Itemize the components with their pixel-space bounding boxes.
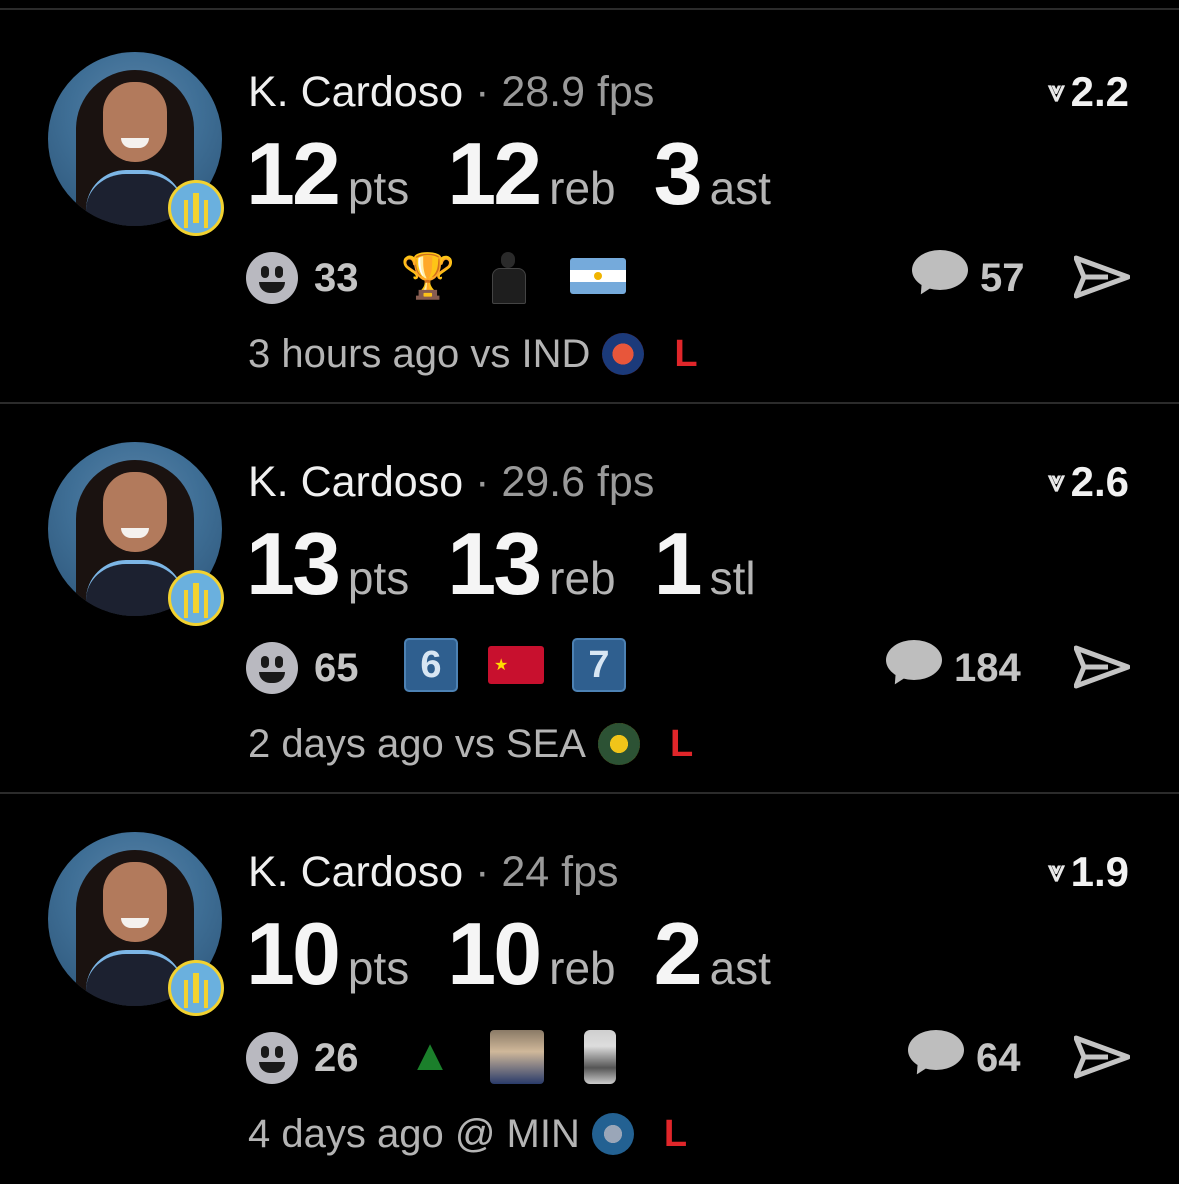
game-info: 2 days ago vs SEA L [248,720,693,768]
indiana-fever-logo [602,333,645,375]
person-photo-icon [584,1030,616,1084]
player-name[interactable]: K. Cardoso [248,68,463,116]
seattle-storm-logo [597,723,640,765]
stat-value: 1 [653,514,703,613]
speech-bubble-icon[interactable] [912,250,968,299]
team-badge-icon [168,570,224,626]
result-badge: L [663,1113,688,1155]
game-time-opponent: 2 days ago vs SEA [248,722,586,766]
triangle-down-icon: ⩔ [1047,855,1065,888]
result-badge: L [674,333,698,375]
stat-value: 10 [246,904,341,1003]
team-badge-icon [168,960,224,1016]
game-time-opponent: 4 days ago @ MIN [248,1112,580,1156]
smiley-icon[interactable] [246,642,298,694]
stat-value: 10 [447,904,542,1003]
triangle-down-icon: ⩔ [1047,465,1065,498]
reactions-row: 26 ▲ 64 [246,1026,1136,1084]
trophy-icon: 🏆 [400,252,456,301]
smiley-icon[interactable] [246,252,298,304]
stat-value: 12 [447,124,542,223]
fantasy-points: 29.6 fps [501,458,655,506]
argentina-flag-icon [570,258,626,294]
stat-unit: pts [347,552,410,604]
keycap-6-icon: 6 [404,638,458,692]
game-card[interactable]: K. Cardoso · 28.9 fps ⩔ 2.2 12 pts 12 reb … [0,14,1179,404]
china-flag-icon: ★ [488,646,544,684]
fantasy-points: 28.9 fps [501,68,655,116]
evergreen-tree-icon: ▲ [408,1031,452,1080]
stat-line: 10 pts 10 reb 2 ast [246,906,809,1002]
player-name[interactable]: K. Cardoso [248,458,463,506]
stat-unit: reb [549,162,616,214]
rating: ⩔ 1.9 [1048,846,1129,898]
stat-value: 13 [447,514,542,613]
reaction-count: 26 [314,1036,359,1080]
top-divider [0,8,1179,10]
send-icon[interactable] [1073,644,1131,690]
player-name[interactable]: K. Cardoso [248,848,463,896]
stat-line: 13 pts 13 reb 1 stl [246,516,794,612]
speech-bubble-icon[interactable] [908,1030,964,1079]
stat-unit: pts [347,162,410,214]
stat-unit: reb [549,552,616,604]
rating-value: 1.9 [1070,848,1129,895]
result-badge: L [669,723,694,765]
stat-unit: stl [709,552,756,604]
player-header: K. Cardoso · 24 fps [248,846,618,898]
reactions-row: 65 6 ★ 7 184 [246,636,1136,694]
brooklyn-player-icon [488,250,528,304]
comment-count: 64 [976,1036,1021,1080]
stat-value: 12 [246,124,341,223]
comment-count: 57 [980,256,1025,300]
stat-value: 2 [653,904,703,1003]
reaction-count: 65 [314,646,359,690]
game-info: 3 hours ago vs IND L [248,330,698,378]
game-card[interactable]: K. Cardoso · 24 fps ⩔ 1.9 10 pts 10 reb 2a… [0,794,1179,1184]
speech-bubble-icon[interactable] [886,640,942,689]
send-icon[interactable] [1073,1034,1131,1080]
keycap-7-icon: 7 [572,638,626,692]
player-photo-icon [490,1030,544,1084]
team-badge-icon [168,180,224,236]
rating: ⩔ 2.6 [1048,456,1129,508]
stat-unit: ast [709,942,771,994]
fantasy-points: 24 fps [501,848,619,896]
stat-value: 13 [246,514,341,613]
stat-unit: pts [347,942,410,994]
game-card[interactable]: K. Cardoso · 29.6 fps ⩔ 2.6 13 pts 13 reb … [0,404,1179,794]
separator: · [475,68,490,116]
separator: · [475,848,490,896]
game-time-opponent: 3 hours ago vs IND [248,332,591,376]
triangle-down-icon: ⩔ [1047,75,1065,108]
stat-unit: reb [549,942,616,994]
rating-value: 2.2 [1070,68,1129,115]
comment-count: 184 [954,646,1021,690]
stat-value: 3 [653,124,703,223]
reactions-row: 33 🏆 57 [246,246,1136,304]
rating-value: 2.6 [1070,458,1129,505]
send-icon[interactable] [1073,254,1131,300]
game-info: 4 days ago @ MIN L [248,1110,687,1158]
stat-unit: ast [709,162,771,214]
rating: ⩔ 2.2 [1048,66,1129,118]
player-header: K. Cardoso · 29.6 fps [248,456,654,508]
reaction-count: 33 [314,256,359,300]
minnesota-lynx-logo [591,1113,634,1155]
separator: · [475,458,490,506]
player-header: K. Cardoso · 28.9 fps [248,66,654,118]
stat-line: 12 pts 12 reb 3 ast [246,126,809,222]
smiley-icon[interactable] [246,1032,298,1084]
